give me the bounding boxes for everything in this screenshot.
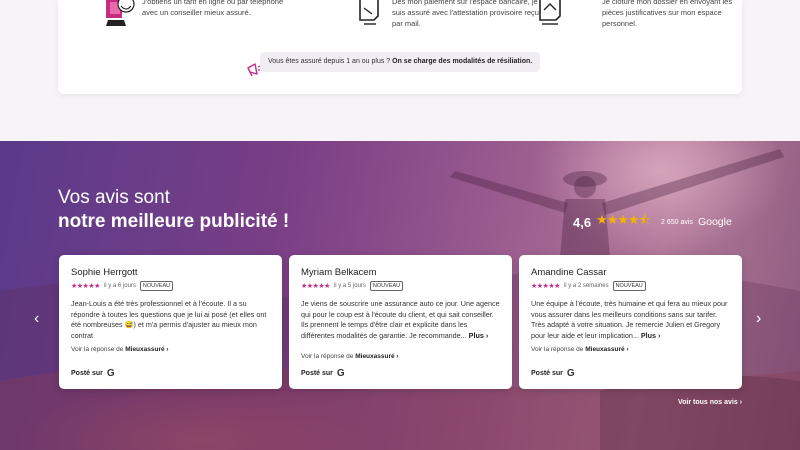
review-meta: ★★★★★ il y a 2 semaines NOUVEAU [531, 281, 646, 291]
reply-author: Mieuxassuré › [585, 346, 629, 353]
rating-stars: ★★★★⯪ [596, 212, 651, 227]
posted-label: Posté sur [531, 370, 563, 377]
see-all-reviews-link[interactable]: Voir tous nos avis › [678, 399, 742, 406]
view-reply-link[interactable]: Voir la réponse de Mieuxassuré › [71, 346, 169, 353]
review-card: Myriam Belkacem ★★★★★ il y a 5 jours NOU… [289, 255, 512, 389]
review-body: Une équipe à l'écoute, très humaine et q… [531, 299, 728, 340]
view-reply-link[interactable]: Voir la réponse de Mieuxassuré › [301, 353, 399, 360]
google-rating[interactable]: 4,6 ★★★★⯪ 2 650 avis Google [573, 211, 732, 233]
reviewer-name: Myriam Belkacem [301, 267, 377, 278]
reviewer-name: Amandine Cassar [531, 267, 607, 278]
review-meta: ★★★★★ il y a 5 jours NOUVEAU [301, 281, 404, 291]
rating-score: 4,6 [573, 214, 592, 230]
reply-author: Mieuxassuré › [125, 346, 169, 353]
termination-notice[interactable]: Vous êtes assuré depuis 1 an ou plus ? O… [260, 52, 541, 72]
reviewer-name: Sophie Herrgott [71, 267, 138, 278]
posted-on: Posté sur G [71, 368, 115, 379]
new-badge: NOUVEAU [139, 281, 174, 291]
new-badge: NOUVEAU [612, 281, 646, 291]
more-link[interactable]: Plus › [469, 331, 489, 340]
posted-on: Posté sur G [301, 368, 345, 379]
review-time: il y a 6 jours [103, 283, 136, 289]
review-card: Amandine Cassar ★★★★★ il y a 2 semaines … [519, 255, 742, 389]
step-payment: Dès mon paiement sur l'espace bancaire, … [328, 0, 542, 29]
view-reply-link[interactable]: Voir la réponse de Mieuxassuré › [531, 346, 629, 353]
person-illustration [78, 0, 135, 28]
reply-prefix: Voir la réponse de [531, 346, 584, 353]
megaphone-icon [246, 62, 262, 78]
carousel-next-button[interactable]: › [756, 311, 761, 327]
step-text: Je clôture mon dossier en envoyant les p… [602, 0, 733, 28]
posted-on: Posté sur G [531, 368, 575, 379]
reply-prefix: Voir la réponse de [71, 346, 124, 353]
posted-label: Posté sur [71, 370, 103, 377]
review-text: Une équipe à l'écoute, très humaine et q… [531, 299, 731, 341]
carousel-prev-button[interactable]: ‹ [34, 311, 39, 327]
review-stars: ★★★★★ [71, 283, 100, 290]
document-phone-icon [328, 0, 382, 28]
review-stars: ★★★★★ [531, 283, 560, 290]
document-upload-icon [538, 0, 592, 28]
notice-link[interactable]: On se charge des modalités de résiliatio… [392, 58, 532, 65]
rating-count: 2 650 avis [661, 218, 693, 226]
google-icon: G [566, 368, 575, 379]
more-link[interactable]: Plus › [641, 331, 661, 340]
review-text: Je viens de souscrire une assurance auto… [301, 299, 501, 341]
reply-author: Mieuxassuré › [355, 353, 399, 360]
review-text: Jean-Louis a été très professionnel et à… [71, 299, 271, 341]
posted-label: Posté sur [301, 370, 333, 377]
section-title-line1: Vos avis sont [58, 187, 170, 208]
google-logo: Google [697, 216, 732, 228]
reply-prefix: Voir la réponse de [301, 353, 354, 360]
google-icon: G [336, 368, 345, 379]
section-title-line2: notre meilleure publicité ! [58, 211, 290, 232]
google-icon: G [106, 368, 115, 379]
step-closing: Je clôture mon dossier en envoyant les p… [538, 0, 752, 29]
review-time: il y a 5 jours [333, 283, 366, 289]
reviews-section: Vos avis sont notre meilleure publicité … [0, 141, 800, 450]
new-badge: NOUVEAU [369, 281, 404, 291]
review-body: Jean-Louis a été très professionnel et à… [71, 299, 267, 340]
notice-text: Vous êtes assuré depuis 1 an ou plus ? [268, 58, 393, 65]
step-text: J'obtiens un tarif en ligne ou par télép… [142, 0, 284, 17]
step-text: Dès mon paiement sur l'espace bancaire, … [392, 0, 539, 28]
review-meta: ★★★★★ il y a 6 jours NOUVEAU [71, 281, 174, 291]
review-card: Sophie Herrgott ★★★★★ il y a 6 jours NOU… [59, 255, 282, 389]
review-time: il y a 2 semaines [563, 283, 609, 289]
review-stars: ★★★★★ [301, 283, 330, 290]
step-quote: J'obtiens un tarif en ligne ou par télép… [78, 0, 292, 28]
process-steps-card: J'obtiens un tarif en ligne ou par télép… [58, 0, 742, 94]
